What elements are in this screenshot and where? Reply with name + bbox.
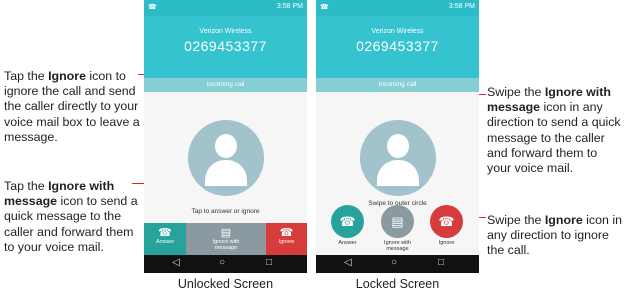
carrier-name: Verizon Wireless [371, 28, 424, 35]
caller-number: 0269453377 [356, 38, 439, 54]
carrier-name: Verizon Wireless [199, 28, 252, 35]
status-time: 3:58 PM [276, 3, 303, 10]
call-header: Verizon Wireless 0269453377 [316, 16, 479, 78]
phone-icon: ☎ [148, 4, 157, 11]
incoming-call-label: Incoming call [144, 78, 307, 92]
call-header: Verizon Wireless 0269453377 [144, 16, 307, 78]
caption-locked: Locked Screen [355, 277, 440, 291]
ignore-with-message-label: Ignore with message [212, 239, 240, 251]
caption-unlocked: Unlocked Screen [177, 277, 274, 291]
callout-ignore-locked: Swipe the Ignore icon in any direction t… [487, 213, 622, 259]
callout-text: Swipe the [487, 213, 545, 227]
answer-label: Answer [155, 239, 175, 245]
home-icon[interactable]: ○ [219, 257, 225, 268]
callout-text: Tap the [4, 179, 49, 193]
ignore-with-message-button[interactable]: ▤ Ignore with message [381, 205, 414, 252]
hang-up-icon: ☎ [279, 227, 294, 239]
phone-icon: ☎ [320, 4, 329, 11]
nav-bar: ◁ ○ □ [144, 255, 307, 273]
incoming-call-label: Incoming call [316, 78, 479, 92]
ignore-label: Ignore [438, 240, 455, 246]
home-icon[interactable]: ○ [391, 257, 397, 268]
contact-placeholder-icon [359, 120, 436, 196]
callout-bold-text: Ignore [48, 69, 86, 83]
callout-ignore-with-message-locked: Swipe the Ignore with message icon in an… [487, 85, 624, 176]
answer-button[interactable]: ☎ Answer [144, 223, 186, 255]
phone-unlocked: ☎ 3:58 PM Verizon Wireless 0269453377 In… [144, 0, 307, 273]
status-bar: ☎ 3:58 PM [316, 0, 479, 16]
message-icon: ▤ [220, 227, 232, 239]
call-hint: Tap to answer or ignore [191, 208, 260, 215]
back-icon[interactable]: ◁ [344, 257, 352, 268]
callout-ignore-with-message-unlocked: Tap the Ignore with message icon to send… [4, 179, 144, 255]
ignore-button[interactable]: ☎ Ignore [430, 205, 463, 246]
status-time: 3:58 PM [448, 3, 475, 10]
call-button-bar: ☎ Answer ▤ Ignore with message ☎ Ignore [144, 223, 307, 255]
ignore-with-message-button[interactable]: ▤ Ignore with message [186, 223, 266, 255]
ignore-with-message-label: Ignore with message [384, 240, 411, 252]
ignore-label: Ignore [278, 239, 295, 245]
recent-apps-icon[interactable]: □ [438, 257, 444, 268]
nav-bar: ◁ ○ □ [316, 255, 479, 273]
message-icon: ▤ [381, 205, 414, 238]
hang-up-icon: ☎ [430, 205, 463, 238]
phone-icon: ☎ [158, 227, 172, 239]
back-icon[interactable]: ◁ [172, 257, 180, 268]
phone-icon: ☎ [331, 205, 364, 238]
phone-locked: ☎ 3:58 PM Verizon Wireless 0269453377 In… [316, 0, 479, 273]
callout-bold-text: Ignore [544, 213, 583, 227]
answer-label: Answer [338, 240, 357, 246]
callout-text: Tap the [4, 69, 49, 83]
status-bar: ☎ 3:58 PM [144, 0, 307, 16]
callout-ignore-unlocked: Tap the Ignore icon to ignore the call a… [4, 69, 146, 145]
answer-button[interactable]: ☎ Answer [331, 205, 364, 246]
call-screen: Swipe to outer circle ☎ Answer ▤ Ignore … [316, 92, 479, 255]
callout-text: Swipe the [487, 85, 545, 99]
ignore-button[interactable]: ☎ Ignore [266, 223, 307, 255]
contact-placeholder-icon [187, 120, 264, 196]
caller-number: 0269453377 [184, 38, 267, 54]
recent-apps-icon[interactable]: □ [266, 257, 272, 268]
